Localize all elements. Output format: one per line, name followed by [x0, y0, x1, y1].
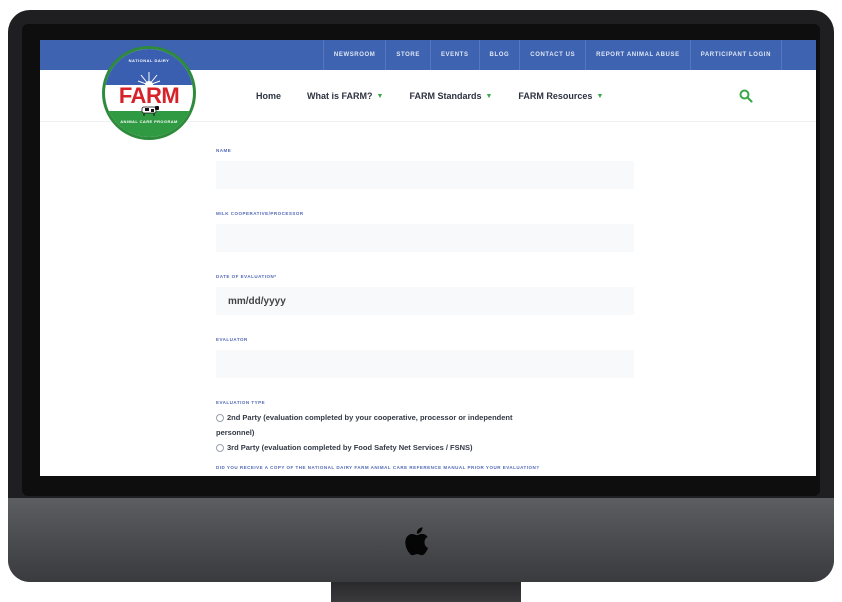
date-field[interactable]: [216, 287, 634, 315]
link-participant-login[interactable]: PARTICIPANT LOGIN: [689, 40, 782, 70]
chevron-down-icon: ▼: [596, 92, 604, 100]
nav-home[interactable]: Home: [256, 91, 281, 101]
radio-3rd-party[interactable]: 3rd Party (evaluation completed by Food …: [216, 443, 636, 452]
name-field[interactable]: [216, 161, 634, 189]
search-icon[interactable]: [738, 88, 754, 104]
nav-farm-standards-label: FARM Standards: [409, 91, 482, 101]
radio-2nd-party[interactable]: 2nd Party (evaluation completed by your …: [216, 413, 636, 422]
logo-arc-bottom: ANIMAL CARE PROGRAM: [120, 119, 178, 124]
chevron-down-icon: ▼: [485, 92, 493, 100]
evaluator-label: EVALUATOR: [216, 337, 248, 342]
utility-links: NEWSROOM STORE EVENTS BLOG CONTACT US RE…: [322, 40, 782, 70]
browser-screen: NEWSROOM STORE EVENTS BLOG CONTACT US RE…: [40, 40, 816, 476]
nav-home-label: Home: [256, 91, 282, 101]
radio-button[interactable]: [216, 413, 224, 422]
nav-what-is-farm[interactable]: What is FARM? ▼: [307, 91, 383, 101]
nav-farm-standards[interactable]: FARM Standards ▼: [409, 91, 492, 101]
manual-question-label: DID YOU RECEIVE A COPY OF THE NATIONAL D…: [216, 465, 540, 470]
apple-icon: [405, 527, 428, 556]
link-report-animal-abuse[interactable]: REPORT ANIMAL ABUSE: [585, 40, 690, 70]
evaluator-field[interactable]: [216, 350, 634, 378]
nav-farm-resources-label: FARM Resources: [518, 91, 593, 101]
nav-farm-resources[interactable]: FARM Resources ▼: [518, 91, 603, 101]
date-label: DATE OF EVALUATION*: [216, 274, 277, 279]
link-contact-us[interactable]: CONTACT US: [519, 40, 585, 70]
link-newsroom[interactable]: NEWSROOM: [322, 40, 385, 70]
nav-what-is-farm-label: What is FARM?: [307, 91, 373, 101]
name-label: NAME: [216, 148, 232, 153]
eval-type-label: EVALUATION TYPE: [216, 400, 266, 405]
link-blog[interactable]: BLOG: [478, 40, 520, 70]
evaluation-form: NAME MILK COOPERATIVE/PROCESSOR DATE OF …: [216, 148, 636, 471]
radio-2nd-party-label: 2nd Party (evaluation completed by your …: [227, 413, 513, 422]
logo-arc-top: NATIONAL DAIRY: [128, 58, 170, 63]
radio-2nd-party-label-cont: personnel): [216, 428, 255, 437]
coop-field[interactable]: [216, 224, 634, 252]
farm-logo[interactable]: NATIONAL DAIRY FARM ANIMAL CARE PROGRAM: [102, 46, 196, 140]
chevron-down-icon: ▼: [376, 92, 384, 100]
radio-button[interactable]: [216, 443, 224, 452]
link-events[interactable]: EVENTS: [429, 40, 479, 70]
imac-stand: [331, 582, 521, 602]
link-store[interactable]: STORE: [385, 40, 430, 70]
radio-3rd-party-label: 3rd Party (evaluation completed by Food …: [227, 443, 473, 452]
coop-label: MILK COOPERATIVE/PROCESSOR: [216, 211, 304, 216]
cow-icon: [141, 106, 159, 116]
